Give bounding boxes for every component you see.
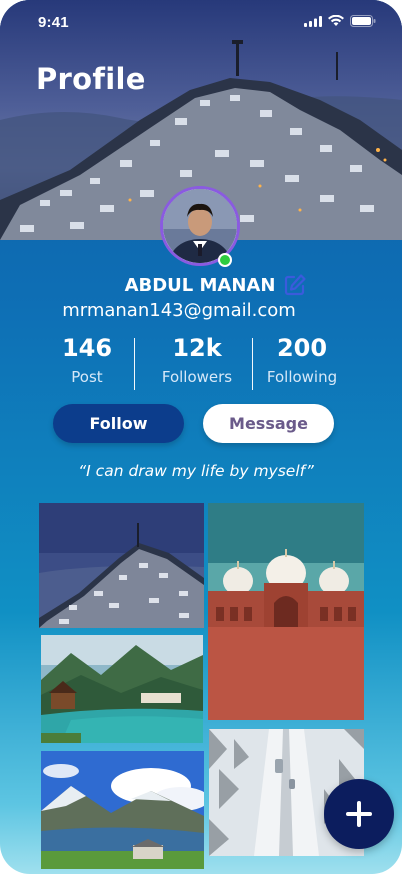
stat-divider [134, 338, 135, 390]
stat-followers-value: 12k [172, 334, 222, 362]
stat-following-label: Following [266, 368, 338, 386]
profile-name: ABDUL MANAN [124, 274, 276, 296]
online-status-indicator [218, 253, 232, 267]
stat-posts-value: 146 [61, 334, 113, 362]
edit-icon[interactable] [283, 273, 307, 297]
message-button[interactable]: Message [203, 404, 334, 443]
profile-email: mrmanan143@gmail.com [62, 300, 296, 321]
stat-followers[interactable]: 12k Followers [147, 334, 247, 386]
follow-button[interactable]: Follow [53, 404, 184, 443]
gallery-photo[interactable] [39, 503, 204, 628]
name-row: ABDUL MANAN [0, 272, 402, 298]
plus-icon [346, 801, 372, 827]
gallery-photo[interactable] [41, 635, 203, 743]
status-icons [304, 15, 376, 27]
wifi-icon [328, 15, 344, 26]
stats-row: 146 Post 12k Followers 200 Following [40, 334, 350, 390]
signal-icon [304, 15, 322, 27]
page-title: Profile [36, 62, 146, 96]
stat-following[interactable]: 200 Following [252, 334, 352, 386]
battery-icon [350, 15, 376, 27]
stat-posts-label: Post [71, 368, 103, 386]
stat-following-value: 200 [276, 334, 328, 362]
stat-followers-label: Followers [161, 368, 233, 386]
status-time: 9:41 [38, 14, 69, 31]
stat-posts[interactable]: 146 Post [37, 334, 137, 386]
profile-quote: “I can draw my life by myself” [78, 462, 314, 480]
profile-screen: 9:41 Profile ABDUL MANAN mrmanan143@gmai… [0, 0, 402, 874]
add-button[interactable] [324, 779, 394, 849]
gallery-photo[interactable] [208, 503, 364, 720]
status-bar: 9:41 [0, 0, 402, 44]
gallery-photo[interactable] [41, 751, 204, 869]
